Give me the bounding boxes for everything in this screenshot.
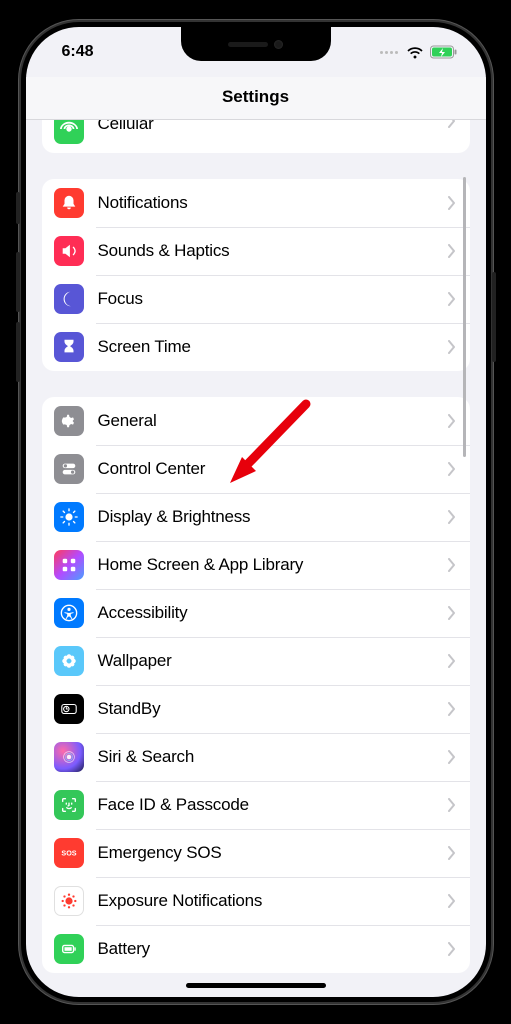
svg-text:SOS: SOS: [61, 849, 76, 858]
settings-row-notifications[interactable]: Notifications: [42, 179, 470, 227]
front-camera: [274, 40, 283, 49]
battery-charging-icon: [430, 45, 458, 59]
grid-icon: [54, 550, 84, 580]
row-label: General: [98, 411, 448, 431]
settings-group: Cellular: [42, 120, 470, 153]
row-label: Cellular: [98, 120, 448, 134]
settings-row-display[interactable]: Display & Brightness: [42, 493, 470, 541]
chevron-right-icon: [448, 606, 456, 620]
status-right: [380, 45, 458, 59]
power-button: [492, 272, 496, 362]
settings-row-standby[interactable]: StandBy: [42, 685, 470, 733]
flower-icon: [54, 646, 84, 676]
row-label: StandBy: [98, 699, 448, 719]
gear-icon: [54, 406, 84, 436]
moon-icon: [54, 284, 84, 314]
row-label: Siri & Search: [98, 747, 448, 767]
settings-group: Notifications Sounds & Haptics Focus: [42, 179, 470, 371]
settings-row-exposure[interactable]: Exposure Notifications: [42, 877, 470, 925]
person-icon: [54, 598, 84, 628]
settings-row-siri[interactable]: Siri & Search: [42, 733, 470, 781]
chevron-right-icon: [448, 414, 456, 428]
row-label: Screen Time: [98, 337, 448, 357]
status-time: 6:48: [62, 43, 94, 61]
settings-row-controlcenter[interactable]: Control Center: [42, 445, 470, 493]
notch: [181, 27, 331, 61]
row-label: Wallpaper: [98, 651, 448, 671]
settings-row-wallpaper[interactable]: Wallpaper: [42, 637, 470, 685]
settings-row-cellular[interactable]: Cellular: [42, 120, 470, 153]
chevron-right-icon: [448, 340, 456, 354]
speaker-icon: [54, 236, 84, 266]
chevron-right-icon: [448, 654, 456, 668]
home-indicator[interactable]: [186, 983, 326, 988]
page-title: Settings: [26, 77, 486, 120]
row-label: Home Screen & App Library: [98, 555, 448, 575]
bell-icon: [54, 188, 84, 218]
row-label: Emergency SOS: [98, 843, 448, 863]
chevron-right-icon: [448, 292, 456, 306]
chevron-right-icon: [448, 196, 456, 210]
chevron-right-icon: [448, 510, 456, 524]
settings-group: General Control Center Display & Brightn…: [42, 397, 470, 973]
row-label: Control Center: [98, 459, 448, 479]
chevron-right-icon: [448, 462, 456, 476]
scroll-indicator[interactable]: [463, 177, 466, 457]
phone-frame: 6:48 Settings Cellular: [21, 22, 491, 1002]
virus-icon: [54, 886, 84, 916]
settings-row-battery[interactable]: Battery: [42, 925, 470, 973]
settings-row-sos[interactable]: SOS Emergency SOS: [42, 829, 470, 877]
siri-icon: [54, 742, 84, 772]
row-label: Accessibility: [98, 603, 448, 623]
speaker: [228, 42, 268, 47]
chevron-right-icon: [448, 702, 456, 716]
chevron-right-icon: [448, 120, 456, 128]
switches-icon: [54, 454, 84, 484]
settings-row-screentime[interactable]: Screen Time: [42, 323, 470, 371]
battery-icon-row: [54, 934, 84, 964]
row-label: Face ID & Passcode: [98, 795, 448, 815]
clock-icon: [54, 694, 84, 724]
sos-text-icon: SOS: [54, 838, 84, 868]
wifi-icon: [406, 46, 424, 59]
row-label: Display & Brightness: [98, 507, 448, 527]
settings-row-general[interactable]: General: [42, 397, 470, 445]
volume-up-button: [16, 252, 20, 312]
row-label: Battery: [98, 939, 448, 959]
settings-row-homescreen[interactable]: Home Screen & App Library: [42, 541, 470, 589]
chevron-right-icon: [448, 942, 456, 956]
faceid-icon: [54, 790, 84, 820]
app-switcher-dots: [380, 51, 398, 54]
chevron-right-icon: [448, 558, 456, 572]
row-label: Notifications: [98, 193, 448, 213]
chevron-right-icon: [448, 750, 456, 764]
screen: 6:48 Settings Cellular: [26, 27, 486, 997]
sun-icon: [54, 502, 84, 532]
chevron-right-icon: [448, 894, 456, 908]
chevron-right-icon: [448, 798, 456, 812]
settings-row-focus[interactable]: Focus: [42, 275, 470, 323]
settings-row-accessibility[interactable]: Accessibility: [42, 589, 470, 637]
antenna-icon: [54, 120, 84, 144]
chevron-right-icon: [448, 244, 456, 258]
settings-list[interactable]: Cellular Notifications Sounds: [26, 120, 486, 980]
hourglass-icon: [54, 332, 84, 362]
volume-down-button: [16, 322, 20, 382]
row-label: Sounds & Haptics: [98, 241, 448, 261]
chevron-right-icon: [448, 846, 456, 860]
settings-row-faceid[interactable]: Face ID & Passcode: [42, 781, 470, 829]
row-label: Exposure Notifications: [98, 891, 448, 911]
row-label: Focus: [98, 289, 448, 309]
settings-row-sounds[interactable]: Sounds & Haptics: [42, 227, 470, 275]
mute-switch: [16, 192, 20, 224]
